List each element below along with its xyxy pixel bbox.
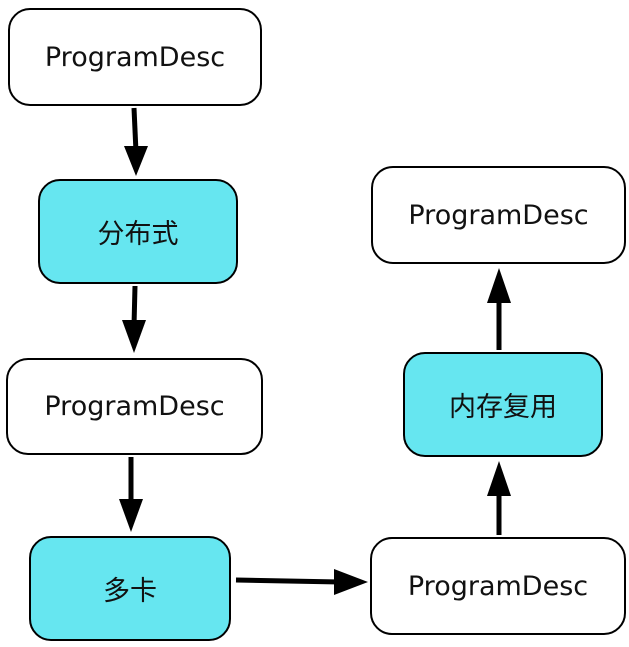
arrow-programdesc-to-memory-reuse <box>487 461 511 535</box>
arrow-multicard-to-programdesc <box>235 569 368 595</box>
node-label: ProgramDesc <box>44 41 226 73</box>
node-label: 分布式 <box>97 219 179 250</box>
node-label: ProgramDesc <box>44 391 225 422</box>
node-label: 多卡 <box>103 576 157 607</box>
arrow-programdesc-to-multicard <box>119 457 143 532</box>
node-distributed: 分布式 <box>38 179 238 284</box>
flow-diagram: ProgramDesc 分布式 ProgramDesc 多卡 ProgramDe… <box>0 0 629 647</box>
arrow-distributed-to-programdesc <box>122 285 146 353</box>
node-programdesc-after-multi-card: ProgramDesc <box>370 537 626 635</box>
node-programdesc-input: ProgramDesc <box>8 8 262 106</box>
arrow-memory-reuse-to-programdesc <box>487 268 511 350</box>
arrow-programdesc-to-distributed <box>124 107 148 176</box>
node-programdesc-after-distributed: ProgramDesc <box>6 358 263 455</box>
node-multi-card: 多卡 <box>29 536 231 641</box>
node-memory-reuse: 内存复用 <box>403 352 603 457</box>
node-label: ProgramDesc <box>407 570 589 602</box>
node-label: ProgramDesc <box>408 199 589 231</box>
node-programdesc-output: ProgramDesc <box>371 166 626 264</box>
node-label: 内存复用 <box>449 392 557 423</box>
